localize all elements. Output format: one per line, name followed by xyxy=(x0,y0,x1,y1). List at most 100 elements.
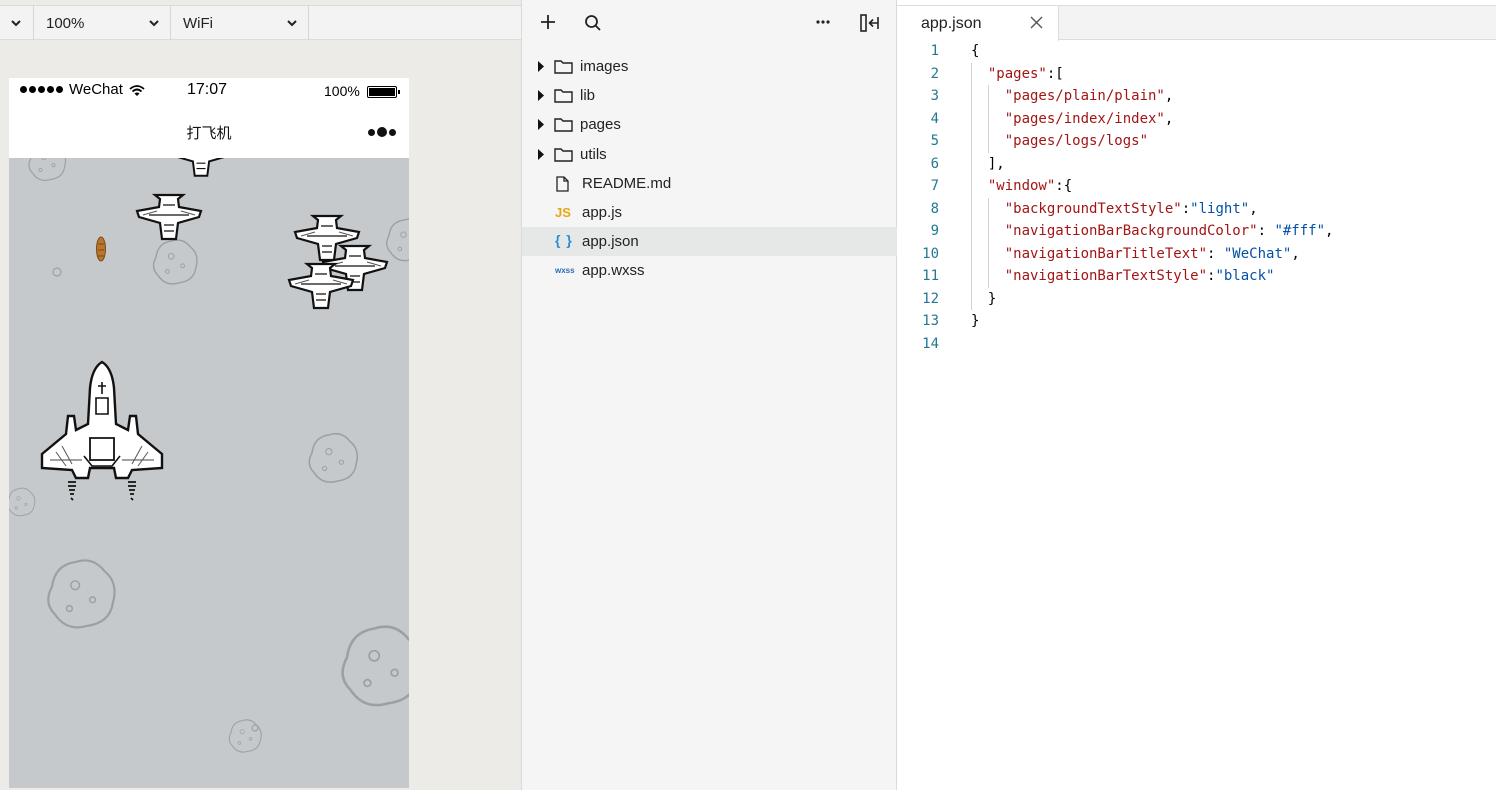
folder-icon xyxy=(554,60,573,74)
zoom-select[interactable]: 100% xyxy=(34,6,171,40)
network-select[interactable]: WiFi xyxy=(171,6,309,40)
json-value: "WeChat" xyxy=(1223,245,1292,262)
simulator-panel: 100% WiFi WeChat 17:07 100% 打飞机 xyxy=(0,0,521,790)
json-punctuation: :[ xyxy=(1046,65,1064,82)
line-number: 3 xyxy=(930,88,939,104)
tree-file-app-js[interactable]: JS app.js xyxy=(522,198,897,227)
wxss-file-icon: wxss xyxy=(555,266,575,276)
indent-guide xyxy=(971,287,972,310)
json-key: "backgroundTextStyle" xyxy=(1004,200,1182,217)
json-file-icon: { } xyxy=(555,232,573,249)
json-key: "navigationBarBackgroundColor" xyxy=(1004,223,1258,239)
code-text: "pages/index/index", xyxy=(1005,111,1174,127)
phone-screen[interactable]: WeChat 17:07 100% 打飞机 xyxy=(9,78,409,788)
battery-percent: 100% xyxy=(324,83,360,99)
file-explorer-panel: images lib pages utils README.md JS app.… xyxy=(521,0,897,790)
json-punctuation: , xyxy=(1164,110,1174,127)
code-line[interactable]: 4 "pages/index/index", xyxy=(897,107,1496,130)
indent-guide xyxy=(971,152,972,175)
json-punctuation: , xyxy=(1291,245,1300,262)
code-text: "window":{ xyxy=(988,178,1072,194)
simulator-toolbar: 100% WiFi xyxy=(0,5,521,40)
asteroid-icon xyxy=(308,432,359,483)
code-line[interactable]: 5 "pages/logs/logs" xyxy=(897,130,1496,153)
code-text: } xyxy=(971,313,979,329)
line-number: 14 xyxy=(922,335,939,352)
folder-icon xyxy=(554,147,573,162)
code-line[interactable]: 2 "pages":[ xyxy=(897,62,1496,85)
game-canvas[interactable] xyxy=(9,158,409,788)
caret-right-icon xyxy=(538,61,544,72)
indent-guide xyxy=(971,197,972,220)
tree-folder-utils[interactable]: utils xyxy=(522,140,897,169)
collapse-panel-icon[interactable] xyxy=(860,14,880,32)
chevron-down-icon xyxy=(149,20,159,27)
chevron-down-icon xyxy=(287,20,297,27)
code-line[interactable]: 12} xyxy=(897,287,1496,310)
capsule-more-button[interactable] xyxy=(368,127,396,137)
code-line[interactable]: 6], xyxy=(897,152,1496,175)
json-punctuation: : xyxy=(1207,245,1224,262)
code-area[interactable]: 1{2 "pages":[3 "pages/plain/plain", 4 "pages… xyxy=(897,40,1496,355)
folder-icon xyxy=(554,118,573,133)
json-key: "window" xyxy=(987,178,1056,194)
asteroid-icon xyxy=(386,218,409,262)
code-line[interactable]: 3 "pages/plain/plain", xyxy=(897,85,1496,108)
code-line[interactable]: 11 "navigationBarTextStyle":"black" xyxy=(897,265,1496,288)
tree-file-app-wxss[interactable]: wxss app.wxss xyxy=(522,256,897,285)
indent-guide xyxy=(987,107,989,130)
code-line[interactable]: 8 "backgroundTextStyle":"light", xyxy=(897,197,1496,220)
tree-item-label: app.js xyxy=(582,203,623,221)
caret-right-icon xyxy=(538,148,544,160)
more-icon[interactable] xyxy=(816,19,830,25)
code-line[interactable]: 10 "navigationBarTitleText": "WeChat", xyxy=(897,242,1496,265)
tree-item-label: images xyxy=(580,58,629,75)
carrier-name: WeChat xyxy=(69,81,123,98)
asteroid-icon xyxy=(47,559,116,629)
code-text: ], xyxy=(988,156,1005,172)
json-punctuation: } xyxy=(971,313,980,329)
battery-icon xyxy=(367,86,400,98)
asteroid-icon xyxy=(228,719,262,753)
asteroid-icon xyxy=(9,487,36,517)
tree-folder-lib[interactable]: lib xyxy=(522,81,897,110)
indent-guide xyxy=(971,62,972,85)
line-number: 9 xyxy=(930,223,939,239)
code-text: "navigationBarBackgroundColor": "#fff", xyxy=(1005,223,1334,239)
tree-file-app-json[interactable]: { } app.json xyxy=(522,227,897,257)
line-number: 2 xyxy=(930,65,939,82)
plus-icon[interactable] xyxy=(540,14,556,30)
code-line[interactable]: 9 "navigationBarBackgroundColor": "#fff", xyxy=(897,220,1496,243)
indent-guide xyxy=(971,265,972,288)
tree-folder-images[interactable]: images xyxy=(522,52,897,81)
line-number: 5 xyxy=(930,133,939,149)
json-punctuation: ], xyxy=(987,155,1005,172)
device-select[interactable] xyxy=(0,6,34,40)
code-line[interactable]: 14 xyxy=(897,333,1496,356)
code-text: } xyxy=(988,291,996,307)
tree-file-readme[interactable]: README.md xyxy=(522,169,897,198)
code-line[interactable]: 13} xyxy=(897,310,1496,333)
search-icon[interactable] xyxy=(584,14,602,32)
file-tree: images lib pages utils README.md JS app.… xyxy=(522,52,897,286)
indent-guide xyxy=(971,107,972,130)
line-number: 7 xyxy=(930,178,939,194)
json-key: "navigationBarTitleText" xyxy=(1004,245,1208,262)
code-line[interactable]: 1{ xyxy=(897,40,1496,63)
tree-item-label: lib xyxy=(580,87,596,105)
json-value: "black" xyxy=(1215,268,1275,284)
indent-guide xyxy=(971,85,972,108)
close-icon[interactable] xyxy=(1030,16,1043,29)
tree-folder-pages[interactable]: pages xyxy=(522,110,897,139)
zoom-value: 100% xyxy=(46,14,85,32)
line-number: 10 xyxy=(922,245,939,262)
indent-guide xyxy=(987,220,989,243)
code-editor-panel: app.json 1{2 "pages":[3 "pages/plain/plain… xyxy=(897,0,1496,790)
indent-guide xyxy=(971,220,972,243)
indent-guide xyxy=(987,85,989,108)
code-line[interactable]: 7 "window":{ xyxy=(897,175,1496,198)
tab-app-json[interactable]: app.json xyxy=(897,5,1059,41)
json-punctuation: , xyxy=(1325,223,1334,239)
line-number: 8 xyxy=(930,200,939,217)
asteroid-icon xyxy=(152,239,198,285)
